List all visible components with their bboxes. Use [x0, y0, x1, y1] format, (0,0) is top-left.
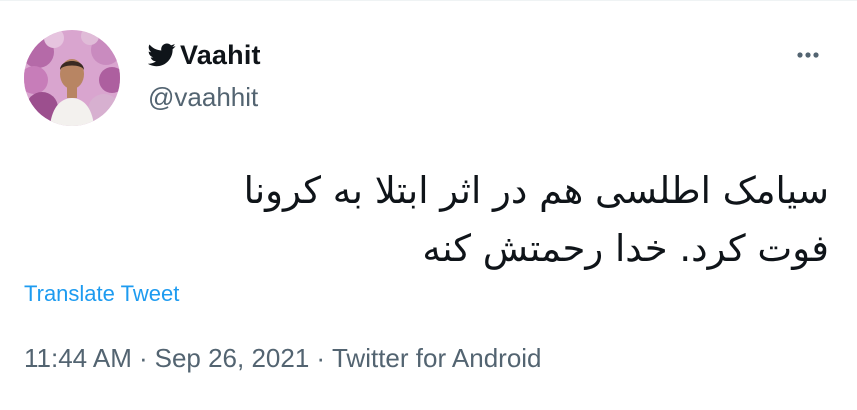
tweet-text-line: سیامک اطلسی هم در اثر ابتلا به کرونا [243, 169, 829, 212]
profile-photo [24, 30, 120, 126]
more-options-button[interactable] [788, 38, 828, 72]
author-name-row[interactable]: Vaahit [148, 38, 261, 72]
tweet-text-line: فوت کرد. خدا رحمتش کنه [422, 227, 829, 270]
translate-tweet-link[interactable]: Translate Tweet [24, 281, 179, 307]
tweet-time[interactable]: 11:44 AM [24, 343, 132, 373]
tweet-source[interactable]: Twitter for Android [332, 343, 542, 373]
avatar[interactable] [24, 30, 120, 126]
tweet-text: سیامک اطلسی هم در اثر ابتلا به کرونا فوت… [69, 162, 829, 278]
top-divider [0, 0, 857, 1]
tweet-date[interactable]: Sep 26, 2021 [155, 343, 310, 373]
author-handle[interactable]: @vaahhit [148, 82, 258, 113]
tweet-metadata: 11:44 AM · Sep 26, 2021 · Twitter for Androi… [24, 343, 542, 374]
twitter-bird-icon [148, 43, 176, 67]
author-display-name: Vaahit [180, 39, 261, 70]
more-horizontal-icon [797, 52, 819, 58]
meta-separator: · [316, 343, 325, 373]
meta-separator: · [138, 343, 148, 373]
